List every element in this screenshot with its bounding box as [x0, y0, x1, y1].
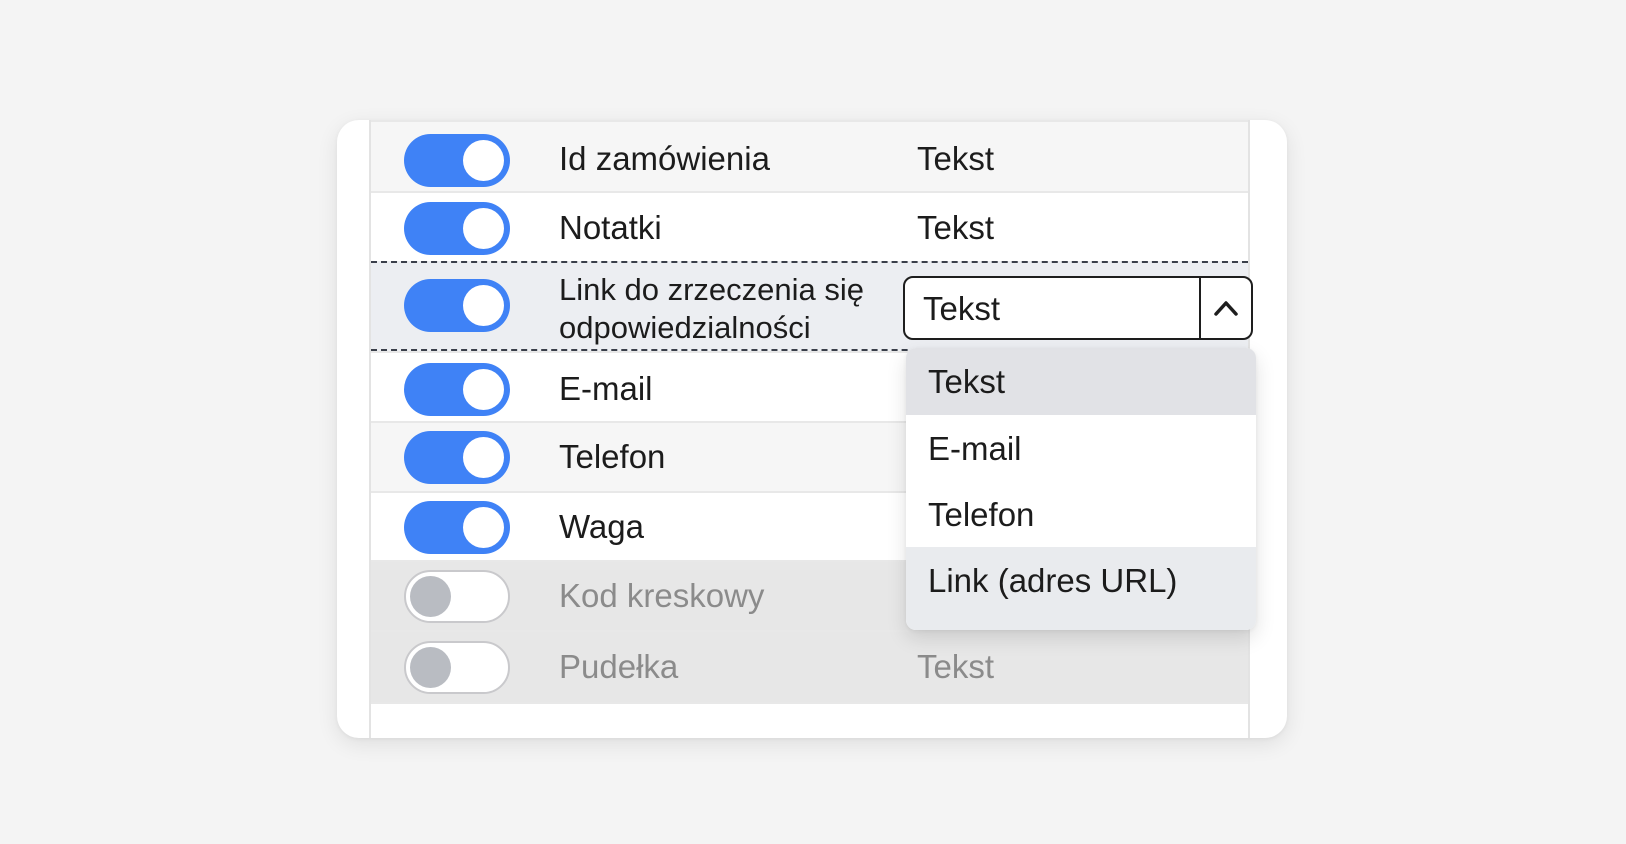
field-row-disclaimer-link[interactable]: Link do zrzeczenia się odpowiedzialności…: [371, 261, 1253, 351]
select-divider: [1199, 278, 1201, 338]
toggle-boxes[interactable]: [404, 641, 510, 694]
toggle-knob: [463, 285, 504, 326]
toggle-notes[interactable]: [404, 202, 510, 255]
chevron-up-icon[interactable]: [1210, 290, 1242, 326]
field-name: E-mail: [559, 370, 653, 407]
toggle-knob: [463, 140, 504, 181]
type-select[interactable]: Tekst: [903, 276, 1253, 340]
field-type[interactable]: Tekst: [917, 648, 994, 686]
table-bottom-spacer: [371, 702, 1248, 738]
toggle-id[interactable]: [404, 134, 510, 187]
field-name: Id zamówienia: [559, 140, 770, 177]
field-name-line1: Link do zrzeczenia się: [559, 272, 864, 307]
fields-card: Id zamówienia Tekst Notatki Tekst Link d…: [337, 120, 1287, 738]
dropdown-option-link-url[interactable]: Link (adres URL): [906, 547, 1256, 630]
toggle-weight[interactable]: [404, 501, 510, 554]
field-name-line2: odpowiedzialności: [559, 310, 811, 345]
type-select-value: Tekst: [923, 290, 1001, 327]
toggle-knob: [410, 576, 451, 617]
toggle-phone[interactable]: [404, 431, 510, 484]
toggle-disclaimer-link[interactable]: [404, 279, 510, 332]
field-type[interactable]: Tekst: [917, 140, 994, 178]
field-row-id: Id zamówienia Tekst: [371, 120, 1248, 191]
field-type[interactable]: Tekst: [917, 209, 994, 247]
field-name: Notatki: [559, 209, 662, 246]
toggle-knob: [463, 208, 504, 249]
field-name: Pudełka: [559, 648, 679, 685]
field-name: Link do zrzeczenia się odpowiedzialności: [559, 271, 864, 347]
type-dropdown-menu: Tekst E-mail Telefon Link (adres URL): [906, 348, 1256, 630]
field-name: Telefon: [559, 438, 666, 475]
toggle-barcode[interactable]: [404, 570, 510, 623]
toggle-knob: [463, 437, 504, 478]
dropdown-option-email[interactable]: E-mail: [906, 415, 1256, 481]
dropdown-option-text[interactable]: Tekst: [906, 348, 1256, 415]
toggle-knob: [410, 647, 451, 688]
field-row-notes: Notatki Tekst: [371, 191, 1248, 261]
field-name: Kod kreskowy: [559, 577, 765, 614]
dropdown-option-phone[interactable]: Telefon: [906, 481, 1256, 547]
field-row-boxes: Pudełka Tekst: [371, 630, 1248, 702]
toggle-email[interactable]: [404, 363, 510, 416]
field-name: Waga: [559, 508, 644, 545]
toggle-knob: [463, 369, 504, 410]
toggle-knob: [463, 507, 504, 548]
